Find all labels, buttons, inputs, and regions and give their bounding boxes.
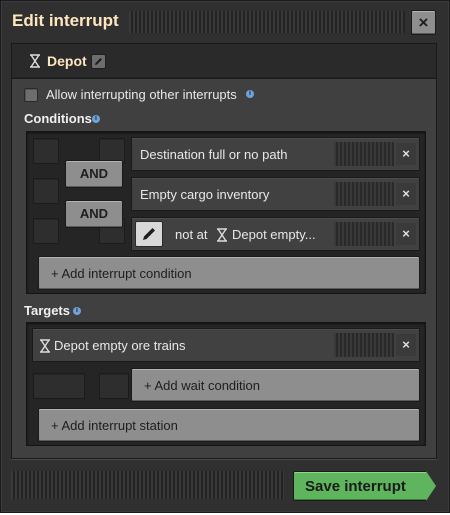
- add-wait-condition-button[interactable]: + Add wait condition: [131, 368, 420, 402]
- edit-condition-button[interactable]: [135, 221, 163, 247]
- drag-handle[interactable]: [334, 182, 394, 206]
- remove-icon: ×: [402, 337, 410, 352]
- interrupt-editor: Depot Allow interrupting other interrupt…: [11, 43, 437, 459]
- drag-handle[interactable]: [334, 333, 394, 357]
- info-icon: i: [246, 90, 254, 98]
- interrupt-name-bar: Depot: [12, 44, 436, 79]
- rename-interrupt-button[interactable]: [91, 54, 106, 69]
- drag-handle[interactable]: [334, 222, 394, 246]
- save-arrow-icon[interactable]: [426, 471, 436, 501]
- footer-drag-handle[interactable]: [11, 471, 284, 499]
- window-drag-handle[interactable]: [129, 11, 405, 33]
- drag-handle[interactable]: [334, 142, 394, 166]
- allow-interrupting-label: Allow interrupting other interrupts: [46, 87, 237, 102]
- remove-condition-button[interactable]: ×: [396, 223, 416, 245]
- target-station-row[interactable]: Depot empty ore trains ×: [32, 328, 420, 362]
- remove-icon: ×: [402, 146, 410, 161]
- hourglass-icon: [30, 54, 40, 68]
- condition-prefix: not at: [175, 227, 208, 242]
- targets-panel: Depot empty ore trains × + Add wait cond…: [26, 322, 426, 446]
- add-wait-condition-label: + Add wait condition: [144, 378, 260, 393]
- add-interrupt-station-button[interactable]: + Add interrupt station: [38, 408, 420, 442]
- add-interrupt-station-label: + Add interrupt station: [51, 418, 178, 433]
- edit-icon: [95, 58, 102, 65]
- pencil-icon: [143, 228, 155, 240]
- empty-slot: [33, 373, 85, 399]
- conditions-panel: AND AND Destination full or no path × Em…: [26, 131, 426, 294]
- empty-slot: [99, 373, 129, 399]
- targets-label: Targets: [24, 303, 70, 318]
- empty-slot: [33, 218, 59, 244]
- and-connector-button[interactable]: AND: [65, 200, 123, 228]
- remove-condition-button[interactable]: ×: [396, 143, 416, 165]
- window-title: Edit interrupt: [12, 11, 119, 30]
- condition-station: Depot empty...: [232, 227, 316, 242]
- info-icon: i: [73, 307, 81, 315]
- remove-icon: ×: [402, 226, 410, 241]
- target-station-name: Depot empty ore trains: [54, 338, 186, 353]
- edit-interrupt-window: Edit interrupt × Depot Allow interruptin…: [0, 0, 450, 513]
- hourglass-icon: [40, 339, 50, 353]
- condition-text: Destination full or no path: [140, 147, 288, 162]
- conditions-label: Conditions: [24, 111, 92, 126]
- and-connector-button[interactable]: AND: [65, 160, 123, 188]
- empty-slot: [33, 178, 59, 204]
- condition-row[interactable]: Empty cargo inventory ×: [131, 177, 420, 211]
- condition-row[interactable]: Destination full or no path ×: [131, 137, 420, 171]
- empty-slot: [33, 138, 59, 164]
- save-interrupt-button[interactable]: Save interrupt: [293, 471, 427, 501]
- add-interrupt-condition-button[interactable]: + Add interrupt condition: [38, 256, 420, 290]
- remove-condition-button[interactable]: ×: [396, 183, 416, 205]
- title-bar: Edit interrupt ×: [1, 1, 449, 43]
- remove-station-button[interactable]: ×: [396, 334, 416, 356]
- close-button[interactable]: ×: [411, 10, 436, 35]
- info-icon: i: [92, 115, 100, 123]
- save-interrupt-label: Save interrupt: [305, 478, 406, 495]
- remove-icon: ×: [402, 186, 410, 201]
- close-icon: ×: [418, 12, 429, 32]
- condition-text: Empty cargo inventory: [140, 187, 270, 202]
- condition-row[interactable]: not at Depot empty... ×: [131, 217, 420, 251]
- add-interrupt-condition-label: + Add interrupt condition: [51, 266, 192, 281]
- hourglass-icon: [217, 228, 227, 242]
- interrupt-name: Depot: [47, 53, 87, 69]
- allow-interrupting-checkbox[interactable]: [24, 88, 38, 102]
